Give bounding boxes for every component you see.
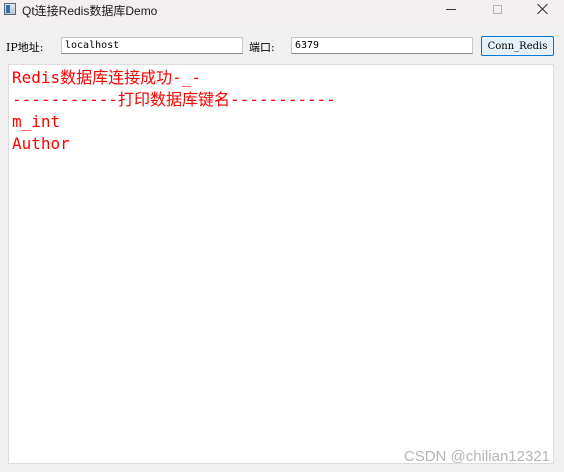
output-line-status: Redis数据库连接成功-_-	[12, 68, 202, 87]
maximize-button[interactable]	[474, 0, 520, 18]
connect-redis-button[interactable]: Conn_Redis	[481, 36, 554, 56]
ip-address-input[interactable]	[61, 37, 243, 54]
ip-label: IP地址:	[6, 41, 44, 54]
output-text-area[interactable]: Redis数据库连接成功-_- -----------打印数据库键名------…	[8, 64, 554, 464]
port-label: 端口:	[249, 41, 275, 54]
minimize-icon	[446, 8, 456, 10]
output-line-key: m_int	[12, 112, 61, 131]
output-line-key: Author	[12, 134, 70, 153]
port-input[interactable]	[291, 37, 473, 54]
title-bar[interactable]: Qt连接Redis数据库Demo	[0, 0, 564, 20]
window-title: Qt连接Redis数据库Demo	[22, 4, 158, 18]
main-window: Qt连接Redis数据库Demo IP地址: 端口: Conn_Redis Re…	[0, 0, 564, 472]
close-icon	[537, 3, 549, 15]
maximize-icon	[492, 4, 502, 14]
watermark: CSDN @chilian12321	[403, 448, 550, 465]
output-line-header: -----------打印数据库键名-----------	[12, 90, 336, 109]
close-button[interactable]	[520, 0, 564, 18]
app-icon	[4, 3, 16, 15]
minimize-button[interactable]	[428, 0, 474, 18]
